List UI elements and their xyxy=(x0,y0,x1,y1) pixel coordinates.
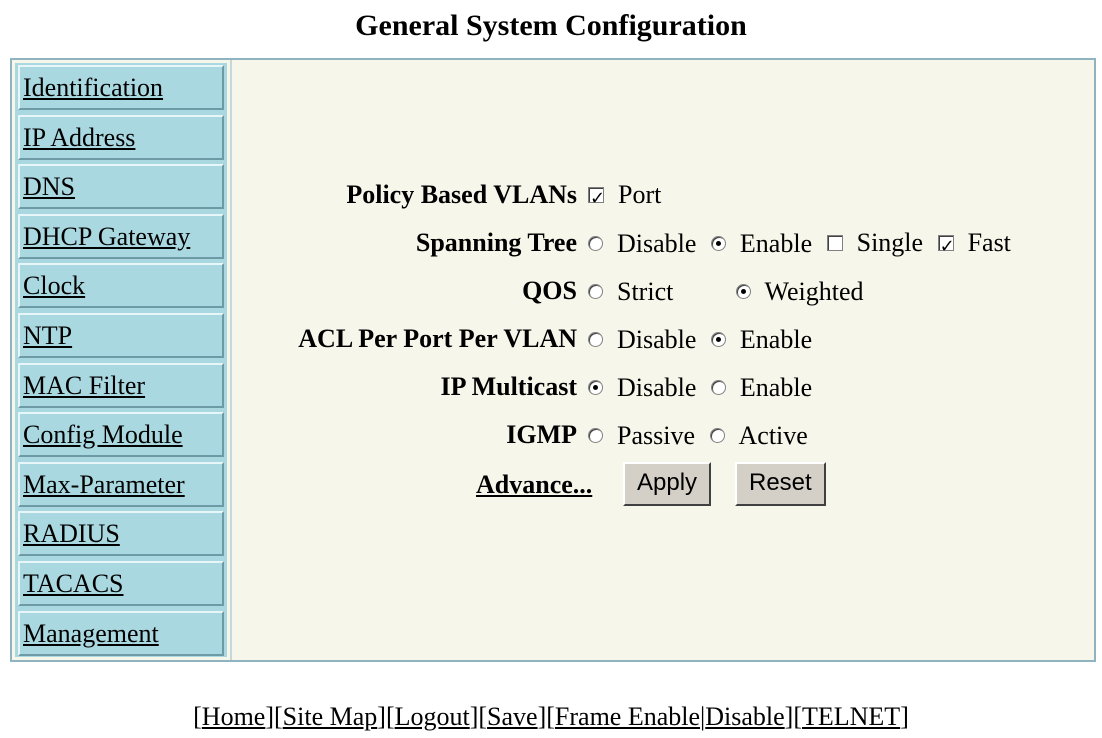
qos-weighted-option[interactable]: Weighted xyxy=(735,275,864,309)
sidebar-item-identification[interactable]: Identification xyxy=(18,65,224,110)
sidebar-item-label[interactable]: RADIUS xyxy=(23,519,120,549)
ip-multicast-enable-radio[interactable] xyxy=(710,380,726,395)
igmp-active-label: Active xyxy=(738,420,808,450)
policy-port-option[interactable]: Port xyxy=(588,178,662,216)
sidebar-nav: Identification IP Address DNS DHCP Gatew… xyxy=(15,63,227,657)
footer-link-site-map[interactable]: Site Map xyxy=(283,702,378,731)
spanning-tree-disable-option[interactable]: Disable xyxy=(588,227,696,261)
sidebar-item-mac-filter[interactable]: MAC Filter xyxy=(18,363,224,408)
ip-multicast-enable-option[interactable]: Enable xyxy=(710,371,813,405)
sidebar-item-label[interactable]: Max-Parameter xyxy=(23,470,185,500)
igmp-active-option[interactable]: Active xyxy=(709,419,808,453)
acl-label: ACL Per Port Per VLAN xyxy=(298,324,577,353)
spanning-tree-disable-label: Disable xyxy=(617,228,697,258)
ip-multicast-label: IP Multicast xyxy=(440,372,578,401)
spanning-tree-single-label: Single xyxy=(856,228,924,257)
page-title: General System Configuration xyxy=(355,9,747,42)
acl-disable-option[interactable]: Disable xyxy=(588,323,696,357)
reset-button[interactable]: Reset xyxy=(735,462,826,506)
igmp-passive-radio[interactable] xyxy=(588,428,603,443)
acl-enable-radio[interactable] xyxy=(710,332,726,347)
spanning-tree-disable-radio[interactable] xyxy=(588,236,603,251)
acl-disable-label: Disable xyxy=(617,324,697,354)
igmp-passive-option[interactable]: Passive xyxy=(588,419,695,453)
policy-port-checkbox[interactable] xyxy=(588,182,605,216)
sidebar-item-radius[interactable]: RADIUS xyxy=(18,511,224,556)
footer-link-logout[interactable]: Logout xyxy=(395,702,470,731)
frame-divider xyxy=(230,60,232,660)
policy-vlans-row: Policy Based VLANs xyxy=(234,178,577,212)
sidebar-item-label[interactable]: NTP xyxy=(23,321,72,351)
sidebar-item-label[interactable]: Config Module xyxy=(23,420,183,450)
qos-row: QOS xyxy=(234,274,577,308)
spanning-tree-fast-label: Fast xyxy=(967,228,1011,257)
footer-link-save[interactable]: Save xyxy=(487,702,538,731)
spanning-tree-single-option[interactable]: Single xyxy=(826,226,924,260)
footer-nav: [Home][Site Map][Logout][Save][Frame Ena… xyxy=(193,702,909,731)
sidebar-item-config-module[interactable]: Config Module xyxy=(18,412,224,457)
ip-multicast-disable-option[interactable]: Disable xyxy=(588,371,696,405)
action-row: Advance... Apply Reset xyxy=(476,462,1076,508)
sidebar-item-label[interactable]: MAC Filter xyxy=(23,371,145,401)
advance-link[interactable]: Advance... xyxy=(476,462,592,508)
policy-vlans-label: Policy Based VLANs xyxy=(346,180,577,209)
igmp-label: IGMP xyxy=(506,420,577,449)
sidebar-item-max-parameter[interactable]: Max-Parameter xyxy=(18,462,224,507)
footer-link-disable[interactable]: Disable xyxy=(705,702,784,731)
qos-strict-radio[interactable] xyxy=(588,284,603,299)
sidebar-item-label[interactable]: TACACS xyxy=(23,569,124,599)
config-frame: Identification IP Address DNS DHCP Gatew… xyxy=(10,58,1096,662)
sidebar-item-label[interactable]: Identification xyxy=(23,73,163,103)
policy-port-label: Port xyxy=(618,180,662,209)
spanning-tree-enable-label: Enable xyxy=(739,228,813,258)
sidebar-item-ip-address[interactable]: IP Address xyxy=(18,115,224,160)
acl-enable-option[interactable]: Enable xyxy=(710,323,813,357)
igmp-passive-label: Passive xyxy=(617,420,695,450)
footer-link-home[interactable]: Home xyxy=(202,702,266,731)
spanning-tree-label: Spanning Tree xyxy=(415,228,577,257)
ip-multicast-row: IP Multicast xyxy=(234,370,578,404)
acl-disable-radio[interactable] xyxy=(588,332,603,347)
sidebar-item-dns[interactable]: DNS xyxy=(18,164,224,209)
sidebar-item-ntp[interactable]: NTP xyxy=(18,313,224,358)
qos-weighted-radio[interactable] xyxy=(735,284,751,299)
spanning-tree-fast-checkbox[interactable] xyxy=(937,230,955,264)
sidebar-item-label[interactable]: Management xyxy=(23,619,159,649)
sidebar-item-clock[interactable]: Clock xyxy=(18,263,224,308)
spanning-tree-fast-option[interactable]: Fast xyxy=(937,226,1011,264)
ip-multicast-disable-radio[interactable] xyxy=(588,380,603,395)
igmp-active-radio[interactable] xyxy=(709,428,725,443)
footer-link-frame-enable[interactable]: Frame Enable xyxy=(555,702,700,731)
acl-row: ACL Per Port Per VLAN xyxy=(234,322,577,356)
qos-label: QOS xyxy=(522,276,577,305)
sidebar-item-label[interactable]: DHCP Gateway xyxy=(23,222,190,252)
ip-multicast-enable-label: Enable xyxy=(739,372,813,402)
spanning-tree-single-checkbox[interactable] xyxy=(826,235,843,251)
apply-button[interactable]: Apply xyxy=(623,462,712,506)
sidebar-item-label[interactable]: IP Address xyxy=(23,123,135,153)
sidebar-item-label[interactable]: Clock xyxy=(23,271,85,301)
sidebar-item-label[interactable]: DNS xyxy=(23,172,75,202)
spanning-tree-enable-radio[interactable] xyxy=(710,236,726,251)
igmp-row: IGMP xyxy=(234,418,577,452)
spanning-tree-row: Spanning Tree xyxy=(234,226,577,260)
sidebar-item-management[interactable]: Management xyxy=(18,611,224,656)
qos-strict-label: Strict xyxy=(617,276,674,306)
spanning-tree-enable-option[interactable]: Enable xyxy=(710,227,813,261)
acl-enable-label: Enable xyxy=(739,324,813,354)
footer-link-telnet[interactable]: TELNET xyxy=(802,702,900,731)
qos-weighted-label: Weighted xyxy=(764,276,864,306)
ip-multicast-disable-label: Disable xyxy=(617,372,697,402)
sidebar-item-dhcp-gateway[interactable]: DHCP Gateway xyxy=(18,214,224,259)
sidebar-item-tacacs[interactable]: TACACS xyxy=(18,561,224,606)
qos-strict-option[interactable]: Strict xyxy=(588,275,721,309)
